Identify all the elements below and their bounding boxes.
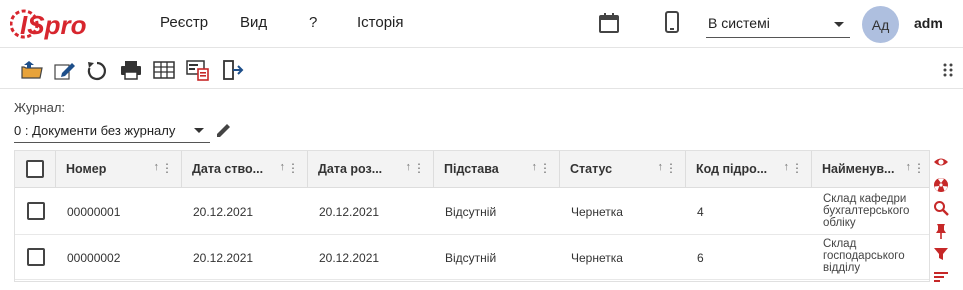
table-icon[interactable] [152, 59, 176, 81]
select-all-checkbox[interactable] [26, 160, 44, 178]
cell-name: Склад господарського відділу [823, 238, 905, 274]
sort-arrow-icon[interactable]: ↑ [406, 161, 412, 173]
journal-select-value: 0 : Документи без журналу [14, 123, 176, 138]
cell-number: 00000001 [67, 205, 121, 219]
column-menu-icon[interactable]: ⋮ [413, 161, 425, 175]
menu-history[interactable]: Історія [357, 14, 404, 31]
print-icon[interactable] [119, 59, 143, 81]
pin-icon[interactable] [933, 223, 949, 239]
pencil-icon[interactable] [215, 121, 233, 139]
row-checkbox[interactable] [27, 248, 45, 266]
username[interactable]: adm [914, 15, 943, 31]
sort-arrow-icon[interactable]: ↑ [280, 161, 286, 173]
more-options-icon[interactable] [943, 63, 953, 77]
exit-icon[interactable] [220, 59, 244, 81]
top-bar: ISpro Реєстр Вид ? Історія В системі Ад … [0, 0, 963, 48]
sort-arrow-icon[interactable]: ↑ [784, 161, 790, 173]
cell-created: 20.12.2021 [193, 205, 254, 219]
journal-select[interactable]: 0 : Документи без журналу [14, 119, 210, 143]
menu-help[interactable]: ? [309, 14, 317, 31]
search-icon[interactable] [933, 200, 949, 216]
column-label: Найменув... [822, 162, 895, 176]
status-select-value: В системі [708, 15, 770, 31]
toolbar [0, 49, 963, 89]
ispro-logo[interactable]: ISpro [10, 6, 90, 42]
column-header-code[interactable]: Код підро... ↑ ⋮ [686, 151, 812, 188]
documents-table: Номер ↑ ⋮ Дата ство... ↑ ⋮ Дата роз... ↑ ⋮ … [14, 150, 930, 282]
sort-arrow-icon[interactable]: ↑ [658, 161, 664, 173]
cell-code: 4 [697, 205, 704, 219]
sort-arrow-icon[interactable]: ↑ [532, 161, 538, 173]
mobile-icon[interactable] [664, 11, 680, 35]
cell-name: Склад кафедри бухгалтерського обліку [823, 193, 910, 229]
column-header-created[interactable]: Дата ство... ↑ ⋮ [182, 151, 308, 188]
column-menu-icon[interactable]: ⋮ [913, 161, 925, 175]
cell-created: 20.12.2021 [193, 251, 254, 265]
cell-posted: 20.12.2021 [319, 205, 380, 219]
svg-text:ISpro: ISpro [20, 10, 87, 40]
column-header-posted[interactable]: Дата роз... ↑ ⋮ [308, 151, 434, 188]
column-menu-icon[interactable]: ⋮ [665, 161, 677, 175]
journal-label: Журнал: [14, 100, 66, 115]
sort-arrow-icon[interactable]: ↑ [906, 161, 912, 173]
column-menu-icon[interactable]: ⋮ [287, 161, 299, 175]
column-label: Код підро... [696, 162, 768, 176]
cell-basis: Відсутній [445, 205, 497, 219]
column-menu-icon[interactable]: ⋮ [161, 161, 173, 175]
eye-icon[interactable] [933, 154, 949, 170]
cell-posted: 20.12.2021 [319, 251, 380, 265]
avatar[interactable]: Ад [862, 6, 899, 43]
column-label: Дата роз... [318, 162, 383, 176]
column-header-number[interactable]: Номер ↑ ⋮ [56, 151, 182, 188]
table-row[interactable]: 00000002 20.12.2021 20.12.2021 Відсутній… [15, 236, 929, 280]
edit-document-icon[interactable] [52, 59, 76, 81]
chevron-down-icon [194, 128, 204, 133]
radiation-icon[interactable] [933, 177, 949, 193]
table-header: Номер ↑ ⋮ Дата ство... ↑ ⋮ Дата роз... ↑ ⋮ … [15, 151, 929, 188]
chevron-down-icon [834, 22, 844, 27]
column-label: Статус [570, 162, 613, 176]
header-select-all [15, 151, 56, 188]
refresh-icon[interactable] [85, 59, 109, 81]
column-header-basis[interactable]: Підстава ↑ ⋮ [434, 151, 560, 188]
status-select[interactable]: В системі [706, 10, 850, 38]
cell-code: 6 [697, 251, 704, 265]
filter-icon[interactable] [933, 246, 949, 262]
column-label: Дата ство... [192, 162, 264, 176]
cell-status: Чернетка [571, 251, 623, 265]
column-header-name[interactable]: Найменув... ↑ ⋮ [812, 151, 929, 188]
cell-status: Чернетка [571, 205, 623, 219]
cell-number: 00000002 [67, 251, 121, 265]
column-menu-icon[interactable]: ⋮ [791, 161, 803, 175]
sort-arrow-icon[interactable]: ↑ [154, 161, 160, 173]
table-row[interactable]: 00000001 20.12.2021 20.12.2021 Відсутній… [15, 189, 929, 235]
open-folder-icon[interactable] [20, 59, 44, 81]
menu-view[interactable]: Вид [240, 14, 267, 31]
report-icon[interactable] [186, 59, 210, 81]
column-menu-icon[interactable]: ⋮ [539, 161, 551, 175]
column-label: Номер [66, 162, 107, 176]
sort-icon[interactable] [933, 269, 949, 285]
column-header-status[interactable]: Статус ↑ ⋮ [560, 151, 686, 188]
menu-registry[interactable]: Реєстр [160, 14, 208, 31]
avatar-initials: Ад [871, 16, 890, 33]
calendar-icon[interactable] [598, 12, 620, 34]
cell-basis: Відсутній [445, 251, 497, 265]
column-label: Підстава [444, 162, 499, 176]
row-checkbox[interactable] [27, 202, 45, 220]
